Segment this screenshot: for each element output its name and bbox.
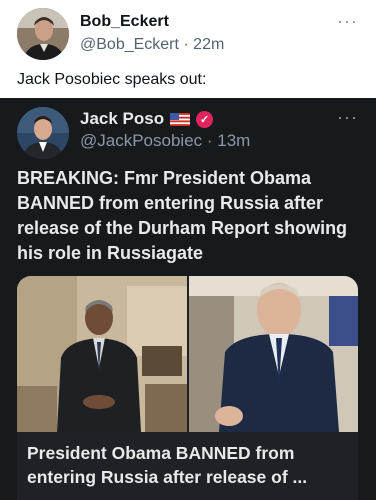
outer-post-header: Bob_Eckert @Bob_Eckert · 22m ··· (0, 0, 376, 70)
quoted-avatar[interactable] (17, 107, 69, 159)
quoted-author-meta: @JackPosobiec · 13m (80, 131, 250, 151)
meta-separator: · (178, 36, 194, 53)
quoted-author-handle[interactable]: @JackPosobiec (80, 131, 202, 150)
ellipsis-icon[interactable]: ··· (337, 108, 358, 126)
link-card[interactable]: President Obama BANNED from entering Rus… (17, 276, 358, 500)
author-name[interactable]: Bob_Eckert (80, 13, 169, 31)
card-title[interactable]: President Obama BANNED from entering Rus… (27, 441, 352, 489)
quoted-post-text: BREAKING: Fmr President Obama BANNED fro… (17, 168, 348, 263)
verified-badge-icon: ✓ (196, 110, 214, 128)
author-meta: @Bob_Eckert · 22m (80, 36, 224, 54)
author-handle[interactable]: @Bob_Eckert (80, 36, 179, 53)
meta-separator: · (202, 131, 218, 150)
card-image-right (189, 276, 358, 432)
card-image-left (17, 276, 187, 432)
post-time[interactable]: 22m (193, 36, 224, 53)
quoted-author-name[interactable]: Jack Poso (80, 109, 164, 129)
us-flag-icon (170, 112, 191, 126)
ellipsis-icon[interactable]: ··· (337, 12, 358, 30)
quoted-name-row: Jack Poso ✓ (80, 107, 214, 131)
post-text: Jack Posobiec speaks out: (17, 71, 207, 88)
avatar[interactable] (17, 8, 69, 60)
quoted-post-time[interactable]: 13m (217, 131, 250, 150)
quoted-post[interactable]: Jack Poso ✓ @JackPosobiec · 13m ··· BREA… (0, 98, 376, 500)
